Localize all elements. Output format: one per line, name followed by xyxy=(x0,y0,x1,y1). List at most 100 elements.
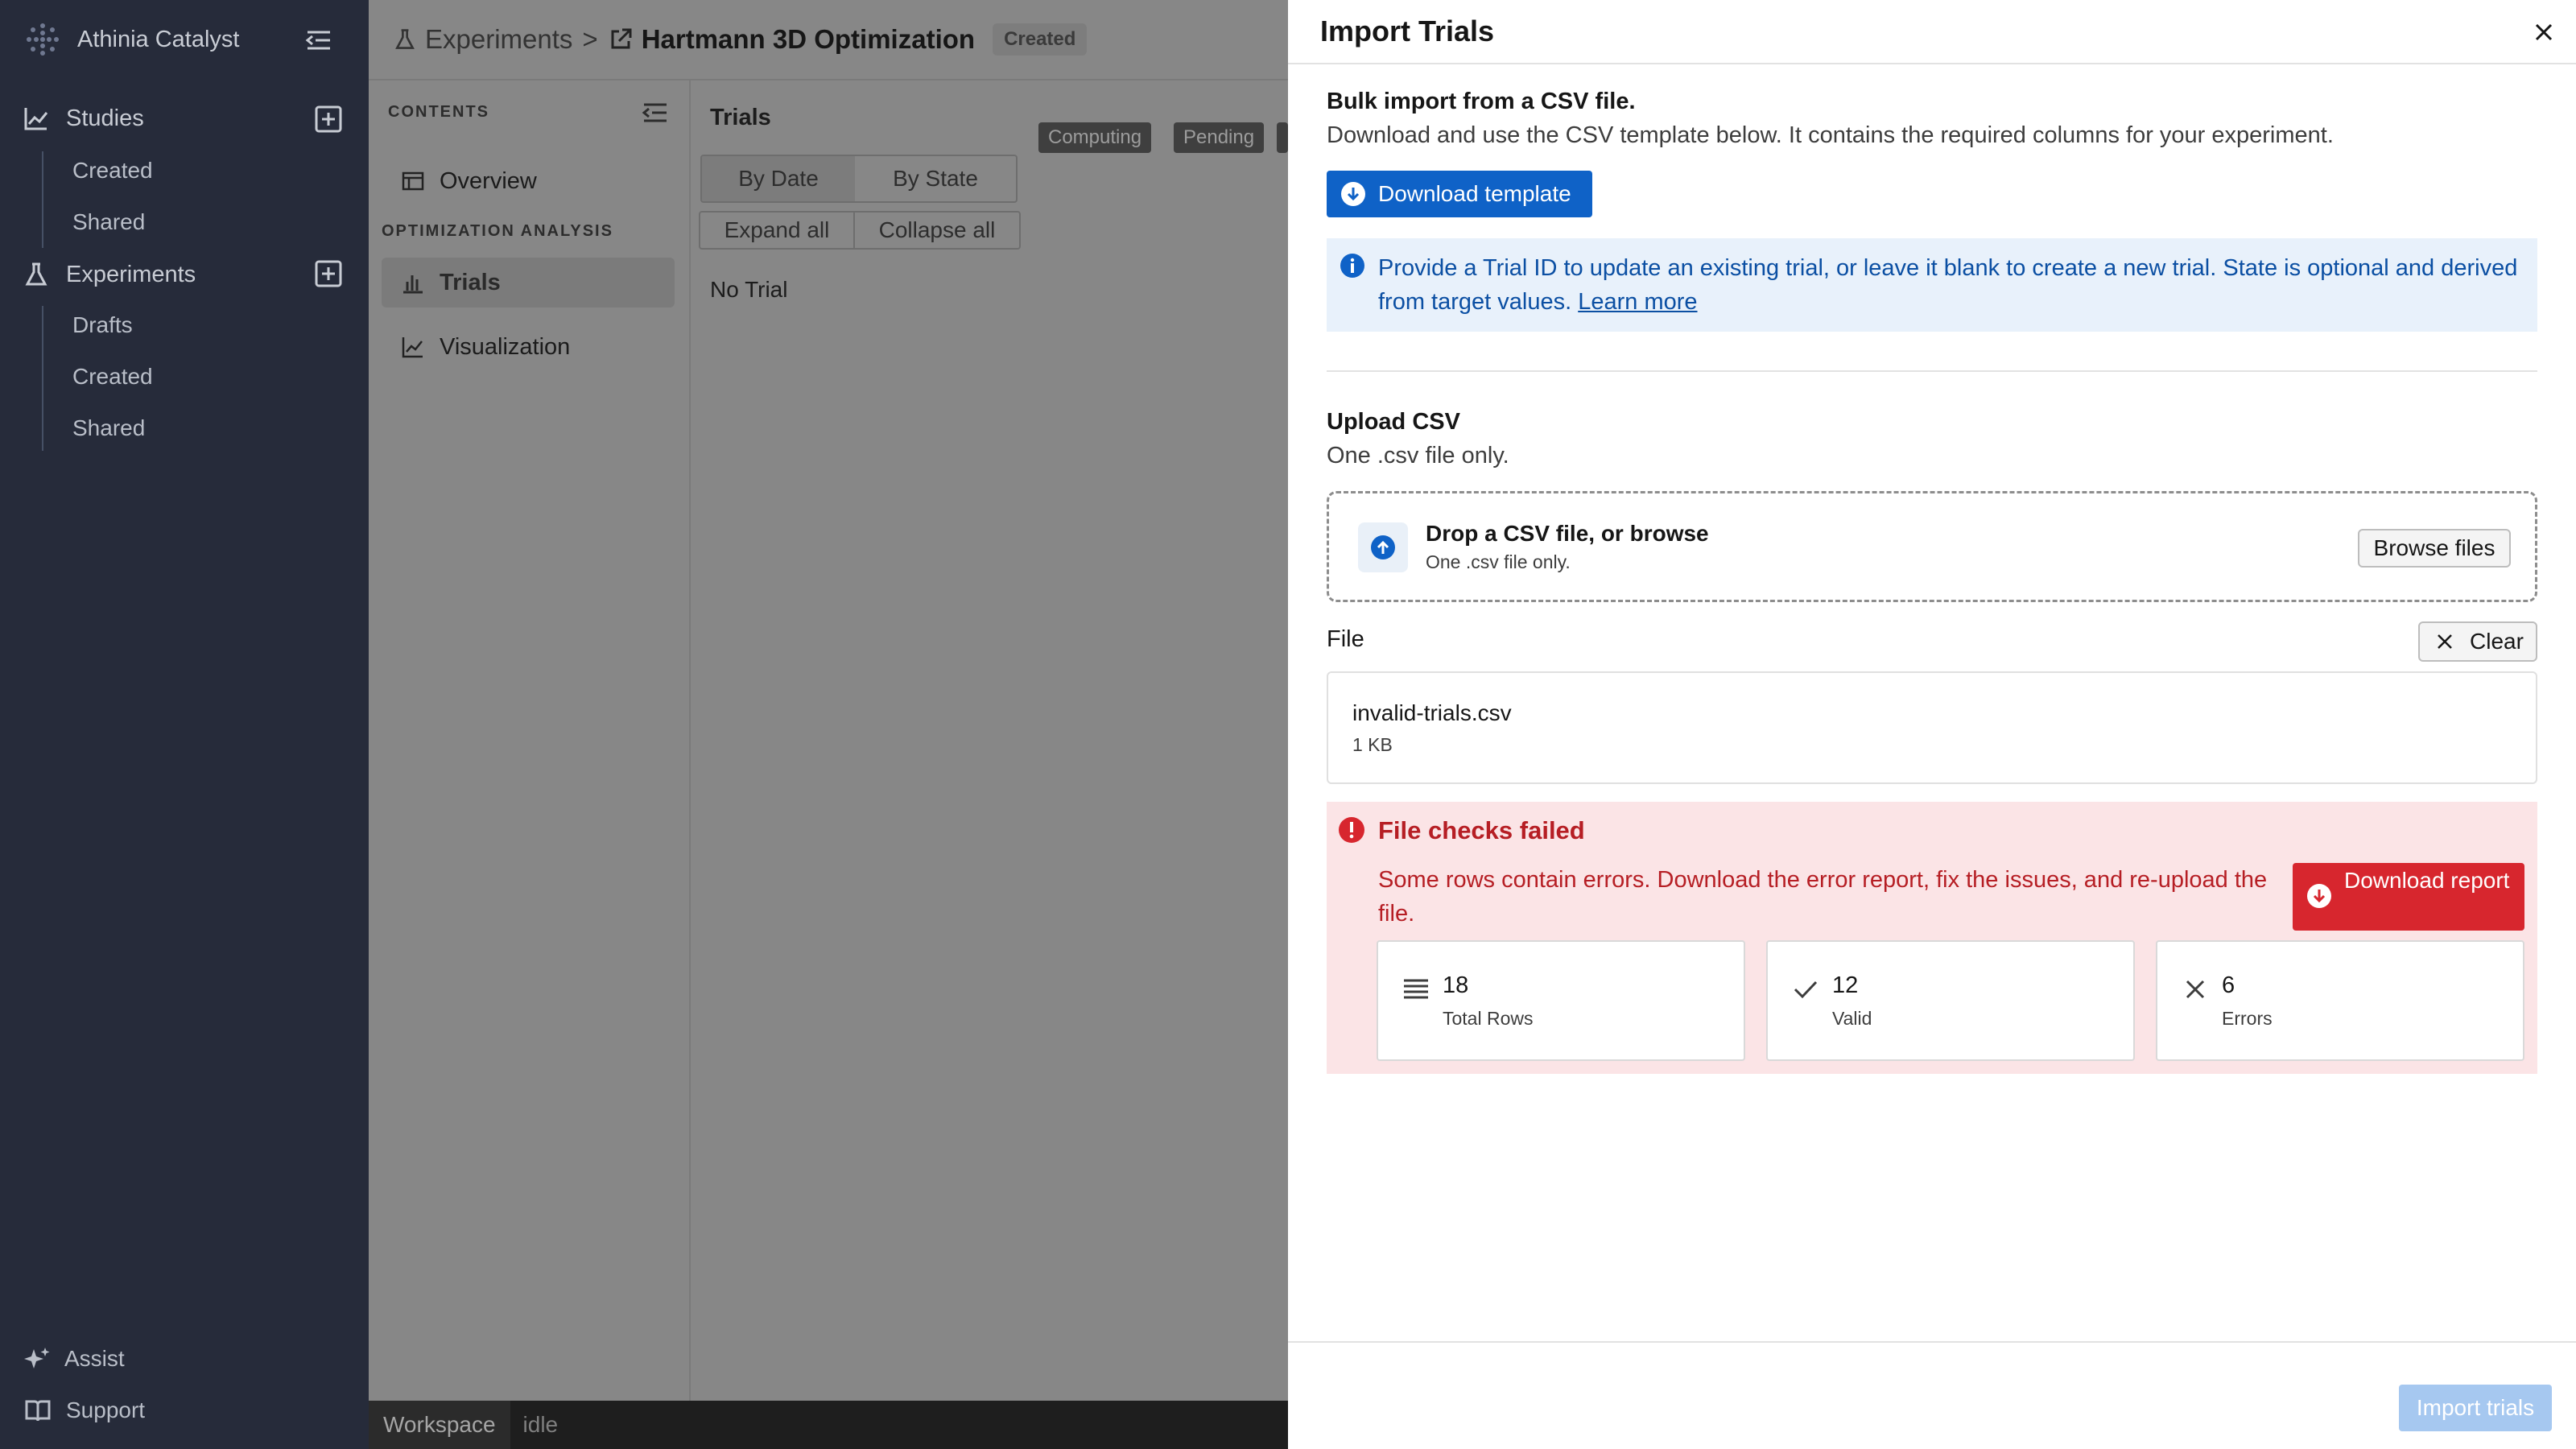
error-title: File checks failed xyxy=(1378,816,1585,844)
file-dropzone[interactable]: Drop a CSV file, or browse One .csv file… xyxy=(1327,491,2537,602)
download-report-button[interactable]: Download report xyxy=(2293,863,2524,931)
info-notice: Provide a Trial ID to update an existing… xyxy=(1327,238,2537,332)
sub-line xyxy=(42,151,43,248)
panel-footer: Import trials xyxy=(1288,1341,2576,1449)
breadcrumb-experiments[interactable]: Experiments xyxy=(425,24,572,55)
stat-total-rows: 18 Total Rows xyxy=(1377,940,1745,1061)
statusbar: Workspace idle xyxy=(369,1401,1288,1449)
add-study-icon[interactable] xyxy=(314,105,343,134)
empty-state: No Trial xyxy=(710,277,788,302)
file-size: 1 KB xyxy=(1352,734,1393,755)
chip-truncated xyxy=(1277,122,1288,153)
chart-line-icon xyxy=(24,108,48,130)
contents-section-title: OPTIMIZATION ANALYSIS xyxy=(382,222,613,240)
dropzone-subtitle: One .csv file only. xyxy=(1426,551,1571,572)
bulk-import-desc: Download and use the CSV template below.… xyxy=(1327,122,2334,148)
clear-button[interactable]: Clear xyxy=(2418,621,2537,662)
brand[interactable]: Athinia Catalyst xyxy=(24,21,240,58)
contents-item-visualization[interactable]: Visualization xyxy=(382,322,675,372)
stat-label: Errors xyxy=(2222,1008,2273,1029)
bar-chart-icon xyxy=(403,275,423,294)
stat-valid: 12 Valid xyxy=(1766,940,2135,1061)
panel-header: Import Trials xyxy=(1288,0,2576,64)
upload-icon xyxy=(1358,522,1408,572)
dropzone-title: Drop a CSV file, or browse xyxy=(1426,521,1709,546)
close-icon xyxy=(2438,634,2452,649)
file-name: invalid-trials.csv xyxy=(1352,700,1512,725)
sidebar-item-studies-shared[interactable]: Shared xyxy=(72,206,145,238)
contents-item-trials[interactable]: Trials xyxy=(382,258,675,308)
browse-files-button[interactable]: Browse files xyxy=(2358,529,2511,568)
expand-collapse-group: Expand all Collapse all xyxy=(699,211,1021,250)
stat-value: 6 xyxy=(2222,972,2235,998)
sub-line xyxy=(42,306,43,451)
collapse-all-button[interactable]: Collapse all xyxy=(855,213,1019,248)
upload-title: Upload CSV xyxy=(1327,409,1460,435)
divider xyxy=(1327,370,2537,372)
collapse-contents-icon[interactable] xyxy=(639,97,671,129)
page-title: Hartmann 3D Optimization xyxy=(641,24,976,54)
sort-by-date[interactable]: By Date xyxy=(702,156,855,201)
learn-more-link[interactable]: Learn more xyxy=(1578,289,1697,315)
assist-link[interactable]: Assist xyxy=(24,1341,125,1377)
sparkle-icon xyxy=(24,1348,50,1368)
download-template-button[interactable]: Download template xyxy=(1327,171,1592,217)
error-notice: File checks failed Some rows contain err… xyxy=(1327,802,2537,1074)
external-link-icon[interactable] xyxy=(608,27,634,52)
sidebar: Athinia Catalyst Studies Created Shared … xyxy=(0,0,369,1449)
file-card: invalid-trials.csv 1 KB xyxy=(1327,671,2537,784)
support-link[interactable]: Support xyxy=(24,1393,145,1428)
stat-label: Valid xyxy=(1832,1008,1872,1029)
panel-title: Import Trials xyxy=(1320,14,1495,47)
expand-all-button[interactable]: Expand all xyxy=(700,213,855,248)
import-trials-button[interactable]: Import trials xyxy=(2399,1385,2552,1431)
sidebar-item-experiments[interactable]: Experiments xyxy=(23,254,196,295)
download-icon xyxy=(2307,884,2331,908)
stat-value: 18 xyxy=(1443,972,1469,998)
book-icon xyxy=(25,1400,51,1422)
sort-by-state[interactable]: By State xyxy=(855,156,1016,201)
bulk-import-title: Bulk import from a CSV file. xyxy=(1327,89,1636,114)
error-text: Some rows contain errors. Download the e… xyxy=(1378,867,2268,927)
main-area: Experiments > Hartmann 3D Optimization C… xyxy=(369,0,1288,1449)
flask-icon xyxy=(395,29,415,49)
trials-title: Trials xyxy=(710,105,771,130)
file-label: File xyxy=(1327,626,1364,652)
sidebar-item-drafts[interactable]: Drafts xyxy=(72,309,133,341)
status-badge: Created xyxy=(993,23,1088,56)
chip-computing[interactable]: Computing xyxy=(1038,122,1152,153)
breadcrumb: Experiments > Hartmann 3D Optimization C… xyxy=(393,23,1088,56)
close-icon[interactable] xyxy=(2529,18,2558,47)
brand-name: Athinia Catalyst xyxy=(77,26,240,52)
list-icon xyxy=(1404,979,1428,999)
sidebar-item-studies[interactable]: Studies xyxy=(23,98,144,138)
sidebar-item-experiments-shared[interactable]: Shared xyxy=(72,412,145,444)
stat-errors: 6 Errors xyxy=(2156,940,2524,1061)
topbar: Experiments > Hartmann 3D Optimization C… xyxy=(369,0,1288,80)
sidebar-item-experiments-created[interactable]: Created xyxy=(72,361,153,393)
info-icon xyxy=(1340,254,1364,278)
x-icon xyxy=(2186,980,2205,999)
workspace-label[interactable]: Workspace xyxy=(369,1401,510,1449)
import-trials-panel: Import Trials Bulk import from a CSV fil… xyxy=(1288,0,2576,1449)
sidebar-item-studies-created[interactable]: Created xyxy=(72,155,153,187)
upload-desc: One .csv file only. xyxy=(1327,443,1509,469)
status-state: idle xyxy=(522,1412,559,1437)
table-icon xyxy=(402,171,424,191)
add-experiment-icon[interactable] xyxy=(314,259,343,288)
stat-label: Total Rows xyxy=(1443,1008,1534,1029)
flask-icon xyxy=(25,262,47,286)
check-icon xyxy=(1794,980,1818,999)
sort-toggle: By Date By State xyxy=(700,155,1018,203)
collapse-sidebar-icon[interactable] xyxy=(303,24,335,56)
error-icon xyxy=(1339,817,1364,843)
line-chart-icon xyxy=(402,337,423,358)
download-icon xyxy=(1341,182,1365,206)
contents-heading: CONTENTS xyxy=(388,103,489,121)
stat-value: 12 xyxy=(1832,972,1859,998)
contents-item-overview[interactable]: Overview xyxy=(382,156,675,206)
chip-pending[interactable]: Pending xyxy=(1174,122,1265,153)
info-text: Provide a Trial ID to update an existing… xyxy=(1378,255,2518,315)
contents-panel: CONTENTS Overview OPTIMIZATION ANALYSIS … xyxy=(369,80,691,1401)
logo-icon xyxy=(27,23,59,56)
